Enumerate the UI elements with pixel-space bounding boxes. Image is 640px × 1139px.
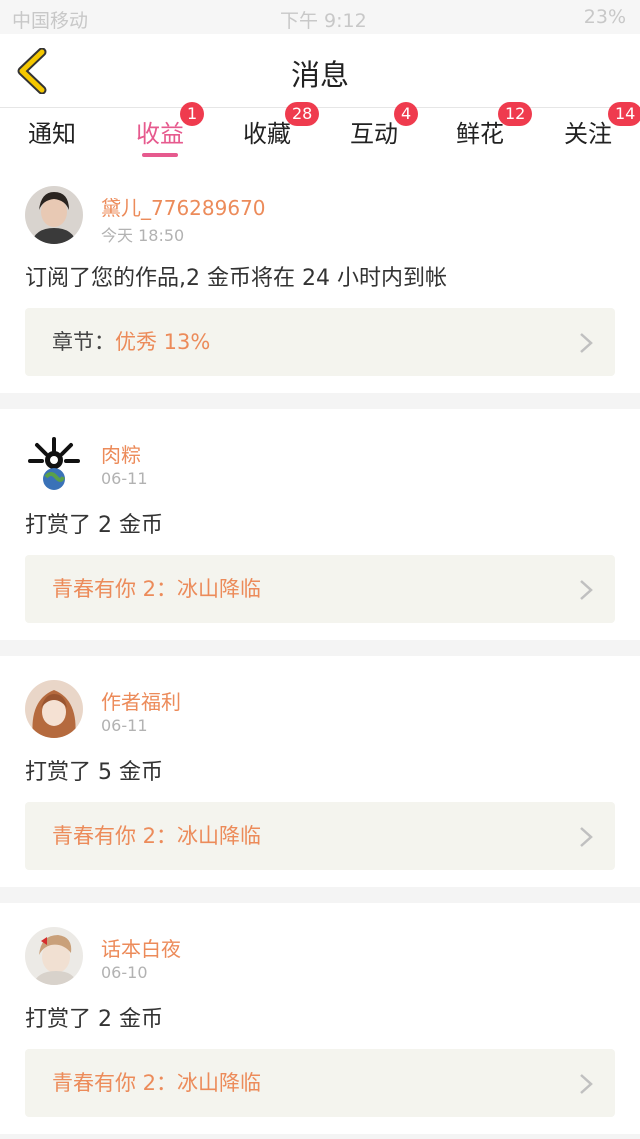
active-tab-indicator [142,153,178,157]
nav-bar: 消息 [0,34,640,108]
reference-title: 青春有你 2：冰山降临 [52,577,262,601]
chevron-right-icon [580,827,593,847]
tab-label: 收藏 [243,120,291,148]
message-time: 06-11 [101,469,148,488]
message-text: 打赏了 2 金币 [25,513,163,538]
tab-favorites[interactable]: 收藏 28 [241,102,320,162]
message-card: 肉粽 06-11 打赏了 2 金币 青春有你 2：冰山降临 [0,409,640,640]
message-text: 打赏了 2 金币 [25,1007,163,1032]
tab-label: 通知 [28,120,76,148]
tab-follows[interactable]: 关注 14 [562,102,640,162]
page-title: 消息 [290,58,349,92]
tab-badge: 14 [608,102,640,126]
reference-prefix: 章节： [52,330,115,354]
message-time: 06-11 [101,716,148,735]
username[interactable]: 话本白夜 [101,933,181,962]
tab-label: 互动 [350,120,398,148]
message-card: 话本白夜 06-10 打赏了 2 金币 青春有你 2：冰山降临 [0,903,640,1134]
tab-label: 收益 [136,120,184,148]
work-reference[interactable]: 青春有你 2：冰山降临 [25,802,615,870]
tab-flowers[interactable]: 鲜花 12 [454,102,533,162]
message-time: 06-10 [101,963,148,982]
tab-earnings[interactable]: 收益 1 [134,102,205,162]
tab-badge: 28 [285,102,320,126]
tab-badge: 12 [498,102,533,126]
avatar[interactable] [25,433,83,491]
tab-interactions[interactable]: 互动 4 [348,102,419,162]
reference-title: 青春有你 2：冰山降临 [52,824,262,848]
clock-label: 下午 9:12 [280,10,367,32]
work-reference[interactable]: 章节：优秀 13% [25,308,615,376]
reference-title: 优秀 13% [115,330,211,354]
tab-notifications[interactable]: 通知 [26,114,78,162]
avatar[interactable] [25,927,83,985]
tab-bar: 通知 收益 1 收藏 28 互动 4 鲜花 12 关注 14 [0,102,640,162]
message-text: 订阅了您的作品,2 金币将在 24 小时内到帐 [25,266,447,291]
message-card: 黛儿_776289670 今天 18:50 订阅了您的作品,2 金币将在 24 … [0,162,640,393]
tab-label: 关注 [564,120,612,148]
username[interactable]: 作者福利 [101,686,181,715]
carrier-label: 中国移动 [12,10,89,32]
reference-title: 青春有你 2：冰山降临 [52,1071,262,1095]
tab-badge: 4 [394,102,419,126]
username[interactable]: 黛儿_776289670 [101,192,266,221]
username[interactable]: 肉粽 [101,439,141,468]
message-card: 作者福利 06-11 打赏了 5 金币 青春有你 2：冰山降临 [0,656,640,887]
tab-label: 鲜花 [456,120,504,148]
chevron-right-icon [580,580,593,600]
status-bar: 中国移动 下午 9:12 23% [0,0,640,34]
message-text: 打赏了 5 金币 [25,760,163,785]
work-reference[interactable]: 青春有你 2：冰山降临 [25,1049,615,1117]
work-reference[interactable]: 青春有你 2：冰山降临 [25,555,615,623]
tab-badge: 1 [180,102,205,126]
avatar[interactable] [25,186,83,244]
battery-label: 23% [583,6,626,28]
chevron-right-icon [580,333,593,353]
chevron-right-icon [580,1074,593,1094]
message-time: 今天 18:50 [101,226,185,245]
avatar[interactable] [25,680,83,738]
message-list: 黛儿_776289670 今天 18:50 订阅了您的作品,2 金币将在 24 … [0,162,640,1134]
